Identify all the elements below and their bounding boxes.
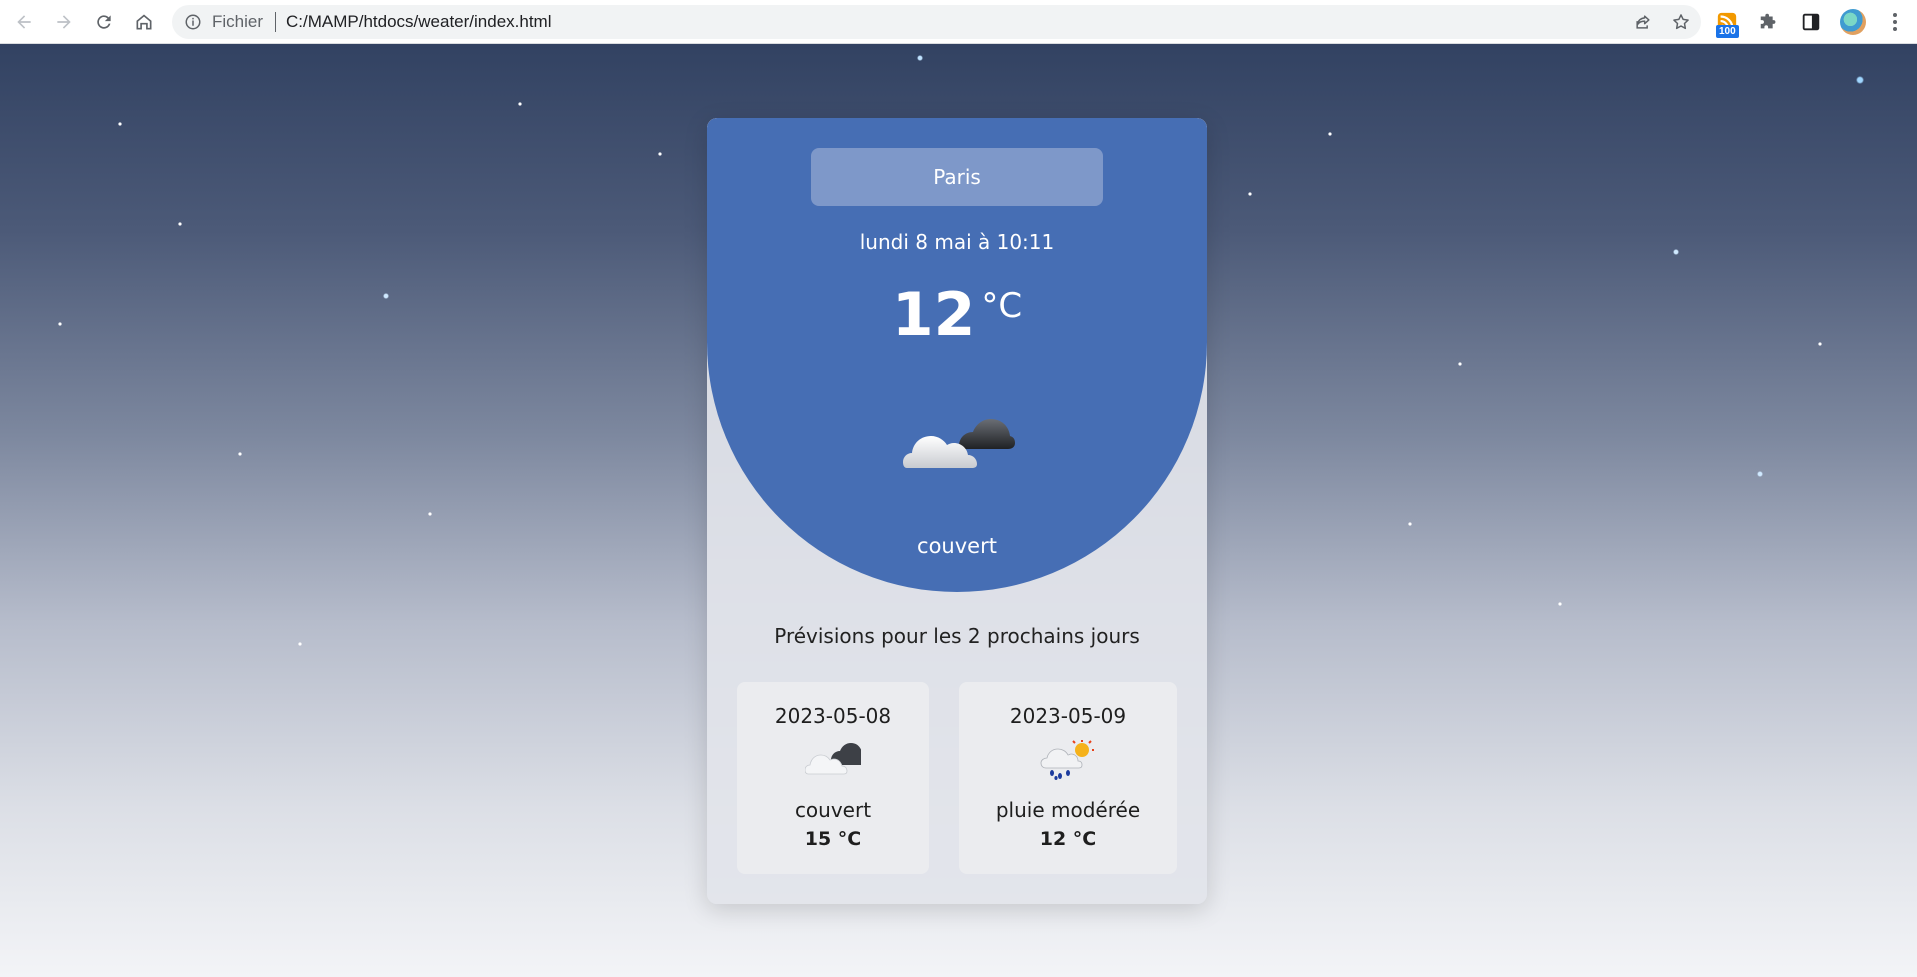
overcast-cloud-icon [903,419,1015,468]
browser-toolbar: Fichier C:/MAMP/htdocs/weater/index.html… [0,0,1917,44]
site-info-button[interactable]: Fichier [184,12,263,32]
extensions-button[interactable] [1754,7,1784,37]
info-icon [185,14,201,30]
kebab-menu-icon [1885,13,1905,31]
address-bar[interactable]: Fichier C:/MAMP/htdocs/weater/index.html [172,5,1701,39]
home-icon [136,14,152,29]
site-label: Fichier [212,12,264,31]
page-viewport: Paris lundi 8 mai à 10:11 12 °C couvert … [0,44,1917,977]
current-datetime: lundi 8 mai à 10:11 [859,230,1055,254]
rss-extension-button[interactable]: 100 [1712,7,1742,38]
forecast-condition: pluie modérée [995,798,1141,822]
forecast-title: Prévisions pour les 2 prochains jours [774,624,1140,648]
share-icon[interactable] [1633,12,1653,32]
forecast-date: 2023-05-09 [1009,704,1127,728]
forecast-condition: couvert [794,798,872,822]
current-weather-panel: Paris lundi 8 mai à 10:11 12 °C couvert [707,118,1207,592]
url-separator [275,12,277,32]
forecast-day-card: 2023-05-08 couvert 15 °C [737,682,929,874]
city-name-box[interactable]: Paris [811,148,1103,206]
profile-button[interactable] [1838,7,1868,37]
extension-badge: 100 [1716,25,1739,38]
temperature-unit: °C [981,286,1023,326]
overcast-cloud-icon [805,743,861,775]
weather-card: Paris lundi 8 mai à 10:11 12 °C couvert … [707,118,1207,904]
back-button[interactable] [4,2,44,42]
address-bar-actions [1633,5,1691,39]
arrow-left-icon [17,14,31,29]
avatar [1840,9,1866,35]
browser-menu-button[interactable] [1880,7,1910,37]
forecast-temperature: 15 °C [804,828,862,850]
forecast-day-card: 2023-05-09 pluie modérée 12 °C [959,682,1177,874]
url-text[interactable]: C:/MAMP/htdocs/weater/index.html [286,12,551,32]
home-button[interactable] [124,2,164,42]
arrow-right-icon [57,14,71,29]
reload-button[interactable] [84,2,124,42]
current-condition: couvert [917,534,997,558]
forecast-temperature: 12 °C [1039,828,1097,850]
current-temperature: 12 °C [707,280,1207,350]
star-icon[interactable] [1671,12,1691,32]
puzzle-icon [1760,13,1776,29]
forecast-date: 2023-05-08 [774,704,892,728]
rain-sun-icon [1040,740,1094,780]
reload-icon [97,14,111,29]
side-panel-button[interactable] [1796,7,1826,37]
forward-button[interactable] [44,2,84,42]
temperature-value: 12 [891,280,976,350]
extensions-area: 100 [1712,4,1910,40]
side-panel-icon [1802,13,1820,31]
